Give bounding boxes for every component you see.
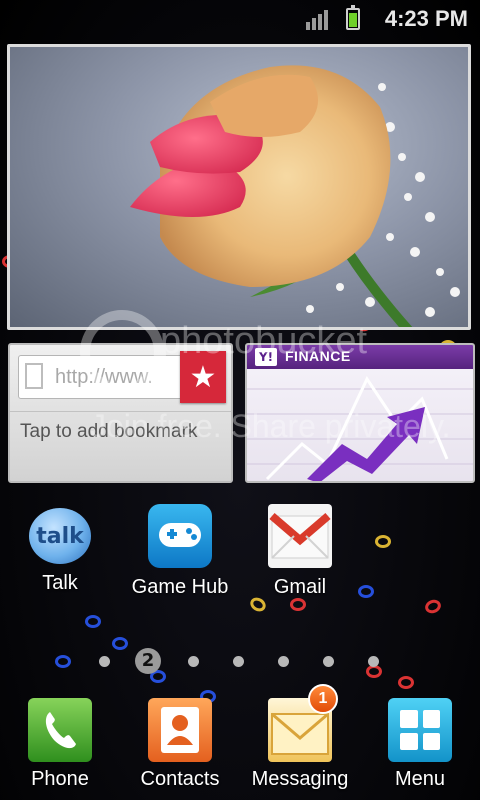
app-game-hub[interactable]: Game Hub: [125, 504, 235, 599]
add-bookmark-hint: Tap to add bookmark: [20, 421, 198, 442]
dock-label: Contacts: [140, 768, 220, 790]
current-page-indicator[interactable]: 2: [135, 648, 161, 674]
yahoo-finance-widget[interactable]: Y! FINANCE: [245, 343, 475, 483]
page-dot[interactable]: [278, 656, 289, 667]
finance-header: Y! FINANCE: [247, 345, 473, 369]
yahoo-logo-icon: Y!: [255, 348, 277, 366]
dock-menu[interactable]: Menu: [360, 698, 480, 791]
rose-image: [130, 65, 460, 327]
page-dot[interactable]: [233, 656, 244, 667]
finance-chart-icon: [247, 375, 473, 481]
app-label: Game Hub: [131, 576, 229, 598]
person-card-icon: [161, 707, 199, 753]
rose-photo: [10, 47, 468, 327]
divider: [10, 411, 231, 412]
app-gmail[interactable]: Gmail: [245, 504, 355, 599]
dock-phone[interactable]: Phone: [0, 698, 120, 791]
gmail-icon: [268, 504, 332, 568]
dock-contacts[interactable]: Contacts: [120, 698, 240, 791]
battery-icon: [346, 5, 360, 30]
contacts-icon: [148, 698, 212, 762]
signal-strength-icon: [306, 10, 328, 30]
game-hub-icon: [148, 504, 212, 568]
page-dot[interactable]: [99, 656, 110, 667]
bookmark-url-bar: http://www.: [18, 355, 193, 399]
dock-label: Messaging: [251, 768, 349, 790]
dock-label: Phone: [31, 768, 89, 790]
bookmark-url-placeholder: http://www.: [55, 366, 153, 388]
dock-messaging[interactable]: 1 Messaging: [240, 684, 360, 791]
page-dot[interactable]: [323, 656, 334, 667]
envelope-icon: [269, 512, 331, 559]
page-dot[interactable]: [188, 656, 199, 667]
app-label: Talk: [42, 572, 78, 594]
bookmark-widget[interactable]: http://www. ★ Tap to add bookmark: [8, 343, 233, 483]
dock-label: Menu: [394, 768, 446, 790]
handset-icon: [45, 712, 76, 749]
page-indicator[interactable]: 2: [0, 648, 480, 674]
app-grid-icon: [388, 698, 452, 762]
bookmark-star-icon: ★: [180, 351, 226, 403]
page-dot[interactable]: [368, 656, 379, 667]
unread-badge: 1: [308, 684, 338, 714]
finance-title: FINANCE: [285, 348, 351, 364]
status-bar: 4:23 PM: [0, 0, 480, 38]
battery-level: [349, 13, 357, 27]
phone-icon: [28, 698, 92, 762]
app-talk[interactable]: talk Talk: [5, 504, 115, 595]
gamepad-icon: [159, 523, 201, 547]
page-icon: [25, 363, 43, 389]
app-label: Gmail: [273, 576, 327, 598]
photo-frame-widget[interactable]: [7, 44, 471, 330]
talk-icon: talk: [29, 508, 91, 564]
messaging-icon: 1: [268, 684, 338, 762]
status-clock: 4:23 PM: [384, 6, 468, 31]
